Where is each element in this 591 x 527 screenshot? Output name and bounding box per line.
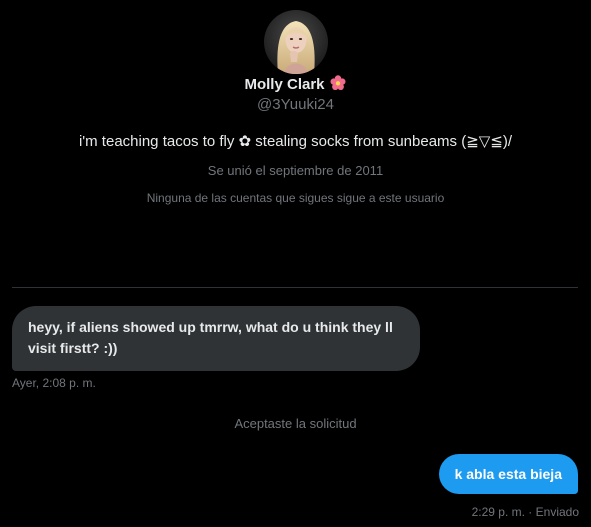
mutual-followers-note: Ninguna de las cuentas que sigues sigue … (146, 191, 445, 205)
divider (12, 287, 578, 288)
join-date: Se unió el septiembre de 2011 (207, 163, 384, 178)
system-message: Aceptaste la solicitud (234, 416, 357, 431)
message-status: 2:29 p. m. · Enviado (471, 505, 579, 519)
user-handle: @3Yuuki24 (257, 96, 334, 113)
avatar[interactable] (264, 10, 328, 74)
message-bubble-incoming[interactable]: heyy, if aliens showed up tmrrw, what do… (12, 306, 420, 371)
message-timestamp: Ayer, 2:08 p. m. (12, 376, 96, 390)
display-name-text: Molly Clark (244, 76, 325, 93)
message-bubble-outgoing[interactable]: k abla esta bieja (438, 454, 578, 494)
profile-bio: i'm teaching tacos to fly ✿ stealing soc… (78, 133, 513, 150)
avatar-photo (264, 10, 328, 74)
